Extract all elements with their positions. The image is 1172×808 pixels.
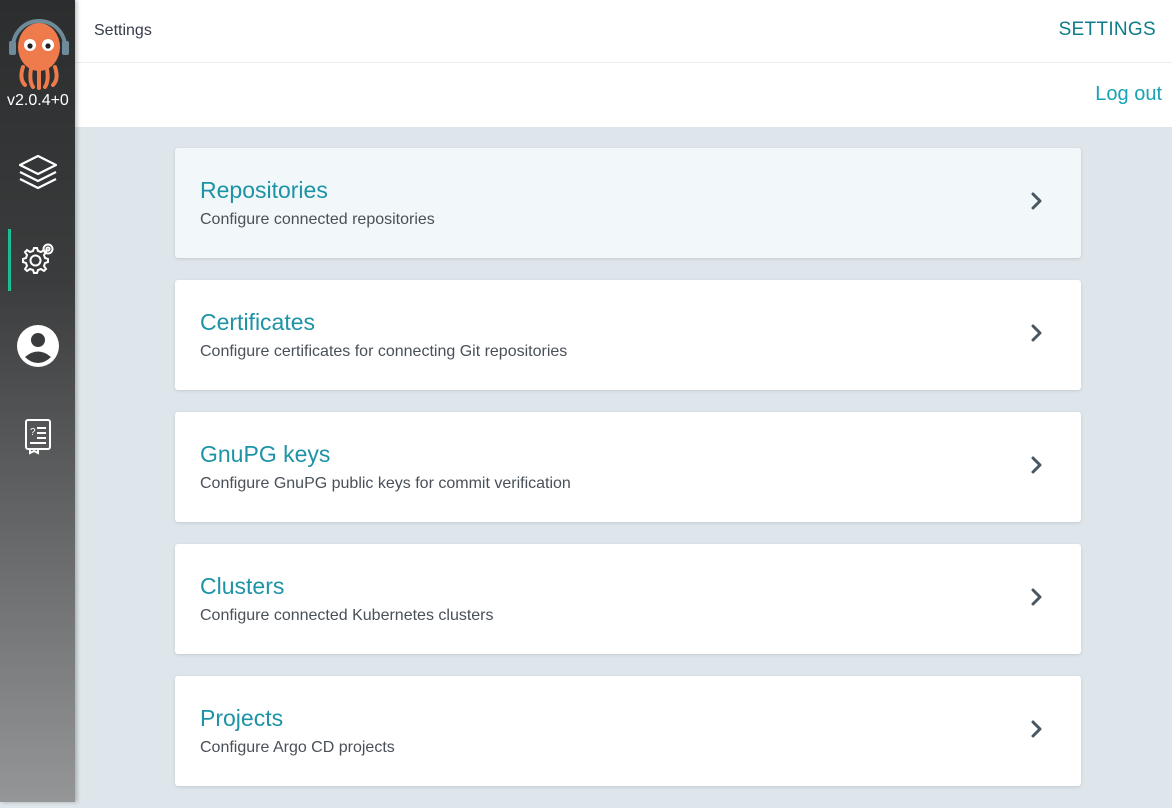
breadcrumb[interactable]: Settings xyxy=(94,22,152,40)
card-title: Projects xyxy=(200,705,284,731)
page-title: SETTINGS xyxy=(1058,19,1156,40)
chevron-right-icon xyxy=(1031,456,1043,474)
chevron-right-icon xyxy=(1031,720,1043,738)
settings-card-certificates[interactable]: Certificates Configure certificates for … xyxy=(175,280,1081,390)
toolbar: Log out xyxy=(75,63,1172,127)
card-description: Configure certificates for connecting Gi… xyxy=(200,343,568,360)
version-label: v2.0.4+0 xyxy=(7,92,69,109)
user-icon xyxy=(16,324,60,368)
layers-icon xyxy=(17,153,59,193)
card-title: Certificates xyxy=(200,309,316,335)
settings-card-gnupg-keys[interactable]: GnuPG keys Configure GnuPG public keys f… xyxy=(175,412,1081,522)
svg-text:?: ? xyxy=(30,427,36,438)
nav-applications[interactable] xyxy=(0,142,75,204)
chevron-right-icon xyxy=(1031,324,1043,342)
chevron-right-icon xyxy=(1031,588,1043,606)
card-description: Configure connected Kubernetes clusters xyxy=(200,607,494,624)
card-title: GnuPG keys xyxy=(200,441,331,467)
card-title: Clusters xyxy=(200,573,285,599)
settings-card-repositories[interactable]: Repositories Configure connected reposit… xyxy=(175,148,1081,258)
sidebar: v2.0.4+0 ? xyxy=(0,0,75,802)
card-description: Configure Argo CD projects xyxy=(200,739,395,756)
help-book-icon: ? xyxy=(22,417,54,455)
card-title: Repositories xyxy=(200,177,328,203)
logout-link[interactable]: Log out xyxy=(1095,83,1162,106)
nav-settings[interactable] xyxy=(0,229,75,291)
card-description: Configure connected repositories xyxy=(200,211,435,228)
nav-user-info[interactable] xyxy=(0,315,75,377)
nav-docs[interactable]: ? xyxy=(0,405,75,467)
settings-list: Repositories Configure connected reposit… xyxy=(175,148,1081,808)
chevron-right-icon xyxy=(1031,192,1043,210)
gears-icon xyxy=(18,240,58,280)
settings-card-projects[interactable]: Projects Configure Argo CD projects xyxy=(175,676,1081,786)
card-description: Configure GnuPG public keys for commit v… xyxy=(200,475,571,492)
top-bar: Settings SETTINGS xyxy=(75,0,1172,63)
argo-logo[interactable] xyxy=(9,11,69,91)
settings-card-clusters[interactable]: Clusters Configure connected Kubernetes … xyxy=(175,544,1081,654)
